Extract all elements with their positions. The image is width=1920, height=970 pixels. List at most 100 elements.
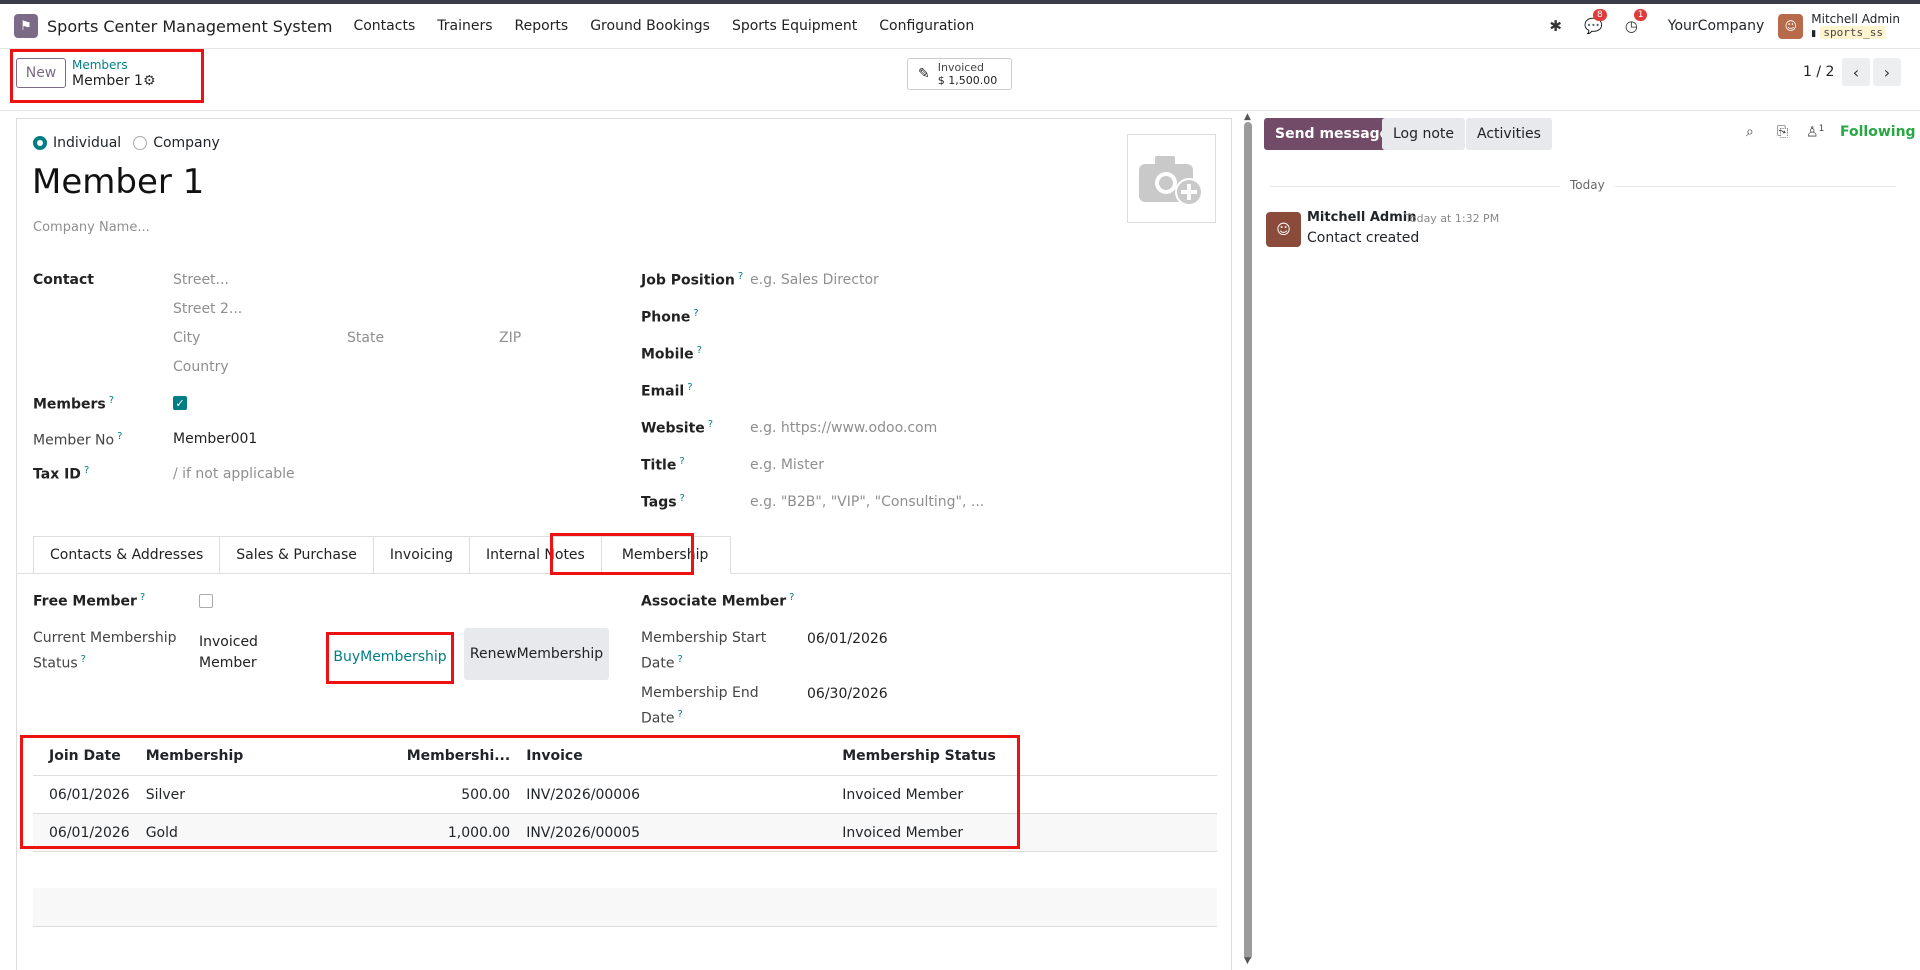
message-body: Contact created (1307, 230, 1420, 246)
job-position-label: Job Position? (641, 271, 744, 289)
tags-field[interactable]: e.g. "B2B", "VIP", "Consulting", ... (750, 494, 984, 510)
help-icon[interactable]: ? (693, 308, 698, 319)
pencil-square-icon: ✎ (918, 66, 930, 82)
pager-value[interactable]: 1 / 2 (1803, 64, 1834, 80)
free-member-checkbox[interactable] (199, 594, 213, 608)
app-home-icon[interactable]: ⚑ (14, 14, 38, 38)
help-icon[interactable]: ? (697, 345, 702, 356)
db-name: sports_ss (1820, 25, 1886, 39)
send-message-button[interactable]: Send message (1264, 118, 1401, 150)
pager-next-button[interactable]: › (1873, 58, 1901, 86)
help-icon[interactable]: ? (708, 419, 713, 430)
main-navbar: ⚑ Sports Center Management System Contac… (0, 4, 1920, 49)
street2-field[interactable]: Street 2... (173, 301, 242, 317)
breadcrumb-current: Member 1 (72, 73, 143, 89)
followers-icon[interactable]: ♙1 (1806, 124, 1824, 141)
free-member-label: Free Member? (33, 592, 146, 610)
help-icon[interactable]: ? (84, 465, 89, 476)
menu-reports[interactable]: Reports (515, 18, 569, 34)
radio-individual-label[interactable]: Individual (53, 135, 121, 151)
contact-label: Contact (33, 272, 94, 288)
company-name-field[interactable]: Company Name... (33, 220, 150, 235)
zip-field[interactable]: ZIP (499, 330, 521, 346)
radio-company-label[interactable]: Company (153, 135, 220, 151)
highlight-membership-tab (550, 533, 694, 575)
chat-icon[interactable]: 💬 8 (1584, 9, 1607, 35)
menu-configuration[interactable]: Configuration (879, 18, 974, 34)
help-icon[interactable]: ? (109, 395, 114, 406)
help-icon[interactable]: ? (738, 271, 743, 282)
scroll-up-icon[interactable]: ▲ (1244, 112, 1251, 122)
help-icon[interactable]: ? (677, 654, 682, 665)
radio-individual[interactable] (33, 136, 47, 150)
street-field[interactable]: Street... (173, 272, 229, 288)
pager-previous-button[interactable]: ‹ (1842, 58, 1870, 86)
menu-contacts[interactable]: Contacts (353, 18, 415, 34)
tab-sales-purchase[interactable]: Sales & Purchase (219, 536, 373, 574)
log-note-button[interactable]: Log note (1382, 118, 1465, 150)
empty-row (33, 888, 1217, 927)
membership-end-label: Membership End Date? (641, 685, 759, 727)
email-label: Email? (641, 382, 693, 400)
job-position-field[interactable]: e.g. Sales Director (750, 272, 879, 288)
tab-invoicing[interactable]: Invoicing (372, 536, 469, 574)
renew-membership-button[interactable]: Renew Membership (464, 628, 609, 680)
message-author-avatar[interactable]: ☺ (1266, 212, 1301, 247)
activities-badge: 1 (1633, 9, 1648, 21)
city-field[interactable]: City (173, 330, 200, 346)
gear-icon[interactable]: ⚙ (143, 73, 156, 89)
user-avatar[interactable]: ☺ (1778, 13, 1804, 39)
nav-menu: Contacts Trainers Reports Ground Booking… (353, 18, 996, 34)
following-button[interactable]: Following (1840, 124, 1916, 140)
user-menu[interactable]: Mitchell Admin ▮ sports_ss (1811, 12, 1900, 41)
camera-plus-icon (1138, 155, 1203, 206)
help-icon[interactable]: ? (687, 382, 692, 393)
help-icon[interactable]: ? (680, 493, 685, 504)
phone-label: Phone? (641, 308, 699, 326)
paperclip-icon[interactable]: ⎘ (1777, 124, 1788, 140)
members-checkbox[interactable]: ✓ (173, 396, 187, 410)
empty-row (33, 850, 1217, 889)
members-label: Members? (33, 395, 115, 413)
systray: ✱ 💬 8 ◷ 1 YourCompany ☺ Mitchell Admin ▮ s… (1549, 4, 1920, 48)
breadcrumb-members[interactable]: Members (72, 58, 128, 72)
radio-company[interactable] (133, 136, 148, 150)
company-switcher[interactable]: YourCompany (1668, 18, 1765, 34)
tab-contacts-addresses[interactable]: Contacts & Addresses (33, 536, 220, 574)
bug-icon[interactable]: ✱ (1549, 17, 1562, 35)
db-badge: ▮ sports_ss (1811, 25, 1900, 41)
search-icon[interactable]: ⌕ (1746, 124, 1754, 140)
menu-sports-equipment[interactable]: Sports Equipment (732, 18, 857, 34)
message-author[interactable]: Mitchell Admin (1307, 210, 1416, 225)
activities-button[interactable]: Activities (1466, 118, 1552, 150)
state-field[interactable]: State (347, 330, 384, 346)
highlight-membership-lines (20, 735, 1020, 849)
app-name[interactable]: Sports Center Management System (47, 17, 332, 36)
image-upload[interactable] (1127, 134, 1216, 223)
help-icon[interactable]: ? (81, 654, 86, 665)
country-field[interactable]: Country (173, 359, 229, 375)
member-no-field[interactable]: Member001 (173, 431, 257, 447)
help-icon[interactable]: ? (789, 592, 794, 603)
menu-ground-bookings[interactable]: Ground Bookings (590, 18, 710, 34)
clock-icon[interactable]: ◷ 1 (1625, 9, 1648, 35)
website-field[interactable]: e.g. https://www.odoo.com (750, 420, 937, 436)
associate-member-label: Associate Member? (641, 592, 795, 610)
title-label: Title? (641, 456, 685, 474)
help-icon[interactable]: ? (117, 431, 122, 442)
menu-trainers[interactable]: Trainers (437, 18, 492, 34)
scroll-down-icon[interactable]: ▼ (1244, 956, 1251, 966)
invoiced-smart-button[interactable]: ✎ Invoiced $ 1,500.00 (907, 58, 1012, 90)
help-icon[interactable]: ? (140, 592, 145, 603)
partner-name-field[interactable]: Member 1 (32, 162, 204, 202)
control-panel: New Members Member 1 ⚙ ✎ Invoiced $ 1,50… (0, 48, 1920, 111)
help-icon[interactable]: ? (679, 456, 684, 467)
chevron-right-icon: › (1883, 62, 1891, 82)
form-scrollbar[interactable] (1244, 122, 1252, 960)
new-button[interactable]: New (16, 58, 66, 88)
membership-start-label: Membership Start Date? (641, 630, 767, 672)
company-type-radio: Individual Company (33, 135, 232, 151)
title-field[interactable]: e.g. Mister (750, 457, 824, 473)
tax-id-field[interactable]: / if not applicable (173, 466, 295, 482)
help-icon[interactable]: ? (677, 709, 682, 720)
